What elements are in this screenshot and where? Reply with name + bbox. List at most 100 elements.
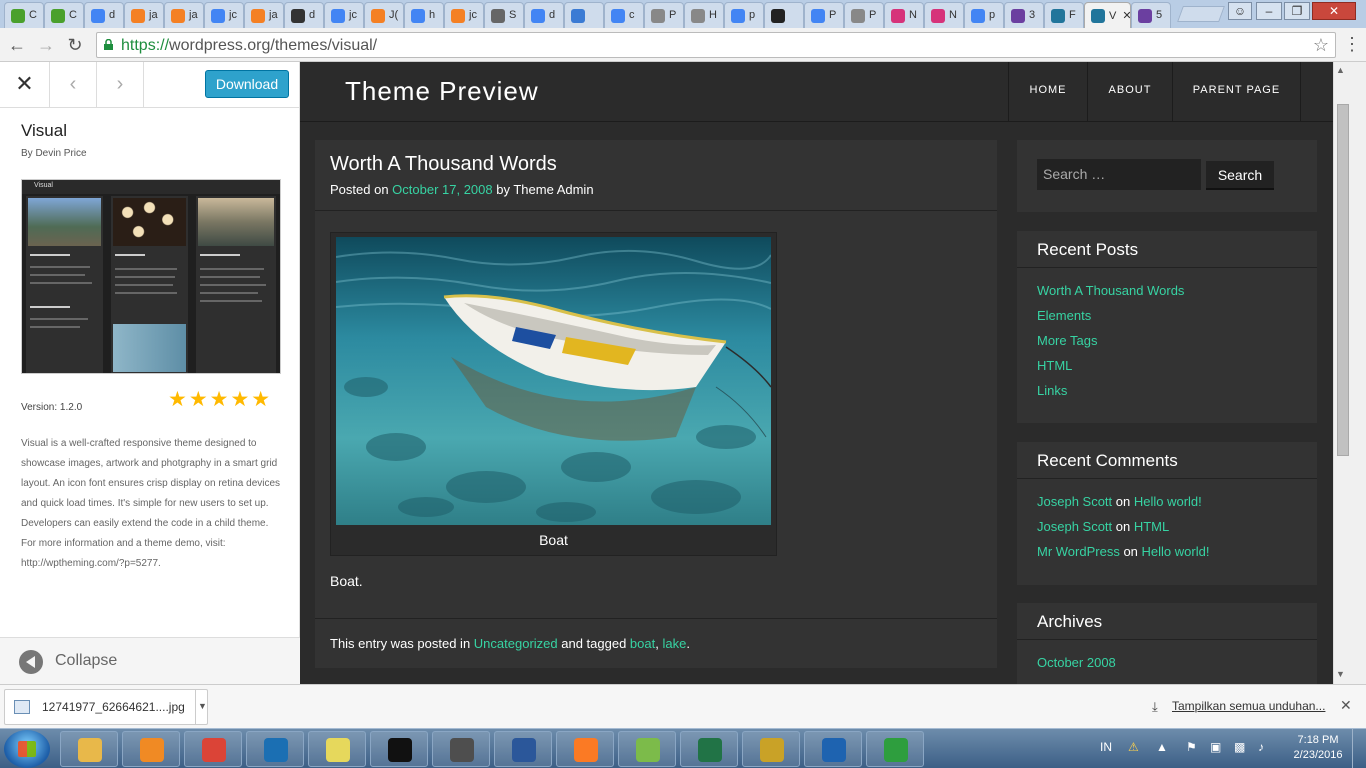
next-theme-icon[interactable]: › [97,62,144,108]
comment-author-link[interactable]: Mr WordPress [1037,544,1120,559]
download-item[interactable]: 12741977_62664621....jpg ▼ [4,689,208,725]
tab-close-icon[interactable]: ✕ [1122,10,1130,22]
comment-post-link[interactable]: Hello world! [1134,494,1202,509]
reload-button[interactable]: ↻ [64,34,86,56]
start-button[interactable] [4,730,50,768]
post-author-link[interactable]: Theme Admin [513,182,593,197]
boat-image[interactable] [336,237,771,525]
collapse-label[interactable]: Collapse [55,652,117,670]
taskbar-app[interactable] [60,731,118,767]
vertical-scrollbar[interactable]: ▲ ▼ [1333,62,1366,684]
browser-tab[interactable]: P [804,2,844,28]
device-icon[interactable]: ▣ [1210,740,1221,754]
search-input[interactable]: Search … [1037,159,1201,190]
browser-tab[interactable]: d [284,2,324,28]
browser-tab[interactable]: c [604,2,644,28]
back-button[interactable]: ← [6,34,28,56]
window-close-button[interactable]: ✕ [1312,2,1356,20]
recent-post-link[interactable]: Links [1037,383,1067,398]
browser-tab[interactable]: ja [164,2,204,28]
comment-post-link[interactable]: HTML [1134,519,1169,534]
taskbar-app[interactable] [680,731,738,767]
language-indicator[interactable]: IN [1100,740,1112,754]
minimize-button[interactable]: – [1256,2,1282,20]
browser-tab[interactable]: ja [244,2,284,28]
volume-icon[interactable]: ♪ [1258,740,1264,754]
flag-icon[interactable]: ⚑ [1186,740,1197,754]
browser-tab[interactable]: F [1044,2,1084,28]
browser-tab[interactable]: jc [324,2,364,28]
site-title[interactable]: Theme Preview [345,76,539,107]
warning-icon[interactable]: ⚠ [1128,740,1139,754]
signal-icon[interactable]: ▩ [1234,740,1245,754]
maximize-button[interactable]: ❐ [1284,2,1310,20]
browser-tab[interactable]: d [84,2,124,28]
taskbar-app[interactable] [370,731,428,767]
browser-tab[interactable]: p [964,2,1004,28]
taskbar-app[interactable] [122,731,180,767]
nav-home[interactable]: HOME [1008,62,1087,122]
taskbar-app[interactable] [432,731,490,767]
browser-tab[interactable]: p [724,2,764,28]
recent-post-link[interactable]: More Tags [1037,333,1097,348]
nav-parent-page[interactable]: PARENT PAGE [1172,62,1301,122]
chevron-down-icon[interactable]: ▼ [195,690,209,724]
comment-post-link[interactable]: Hello world! [1142,544,1210,559]
comment-author-link[interactable]: Joseph Scott [1037,494,1112,509]
browser-tab[interactable] [564,2,604,28]
recent-post-link[interactable]: Worth A Thousand Words [1037,283,1184,298]
archive-link[interactable]: October 2008 [1037,655,1116,670]
browser-tab[interactable]: d [524,2,564,28]
taskbar-app[interactable] [866,731,924,767]
forward-button[interactable]: → [35,34,57,56]
recent-post-link[interactable]: HTML [1037,358,1072,373]
browser-tab[interactable]: V ✕ [1084,2,1131,28]
browser-tab[interactable]: P [644,2,684,28]
chevron-up-icon[interactable]: ▲ [1156,740,1168,754]
browser-tab[interactable]: ja [124,2,164,28]
new-tab-button[interactable] [1177,6,1225,22]
taskbar-app[interactable] [308,731,366,767]
browser-tab[interactable]: P [844,2,884,28]
browser-tab[interactable] [764,2,804,28]
browser-tab[interactable]: 3 [1004,2,1044,28]
chrome-menu-icon[interactable]: ⋮ [1342,34,1362,55]
taskbar-app[interactable] [184,731,242,767]
collapse-arrow-icon[interactable] [19,650,43,674]
collapse-bar[interactable]: Collapse [0,637,300,684]
close-preview-icon[interactable]: ✕ [0,62,50,108]
show-desktop-button[interactable] [1352,729,1366,768]
browser-tab[interactable]: N [884,2,924,28]
post-date-link[interactable]: October 17, 2008 [392,182,492,197]
search-button[interactable]: Search [1206,161,1274,190]
user-icon[interactable]: ☺ [1228,2,1252,20]
browser-tab[interactable]: h [404,2,444,28]
show-all-downloads-link[interactable]: Tampilkan semua unduhan... [1172,699,1325,713]
close-icon[interactable]: ✕ [1340,697,1352,714]
browser-tab[interactable]: jc [204,2,244,28]
scrollbar-thumb[interactable] [1337,104,1349,456]
browser-tab[interactable]: H [684,2,724,28]
browser-tab[interactable]: J( [364,2,404,28]
post-title[interactable]: Worth A Thousand Words [330,153,557,176]
url-input[interactable]: https://wordpress.org/themes/visual/ ☆ [96,32,1336,58]
bookmark-star-icon[interactable]: ☆ [1313,35,1329,56]
tag-link[interactable]: boat [630,636,655,651]
recent-post-link[interactable]: Elements [1037,308,1091,323]
comment-author-link[interactable]: Joseph Scott [1037,519,1112,534]
scroll-up-arrow-icon[interactable]: ▲ [1324,62,1357,78]
taskbar-app[interactable] [618,731,676,767]
taskbar-app[interactable] [742,731,800,767]
taskbar-app[interactable] [556,731,614,767]
browser-tab[interactable]: jc [444,2,484,28]
scroll-down-arrow-icon[interactable]: ▼ [1324,666,1357,682]
download-button[interactable]: Download [205,70,289,98]
category-link[interactable]: Uncategorized [474,636,558,651]
previous-theme-icon[interactable]: ‹ [50,62,97,108]
browser-tab[interactable]: N [924,2,964,28]
browser-tab[interactable]: C [44,2,84,28]
taskbar-app[interactable] [804,731,862,767]
nav-about[interactable]: ABOUT [1087,62,1172,122]
browser-tab[interactable]: C [4,2,44,28]
tag-link[interactable]: lake [662,636,686,651]
